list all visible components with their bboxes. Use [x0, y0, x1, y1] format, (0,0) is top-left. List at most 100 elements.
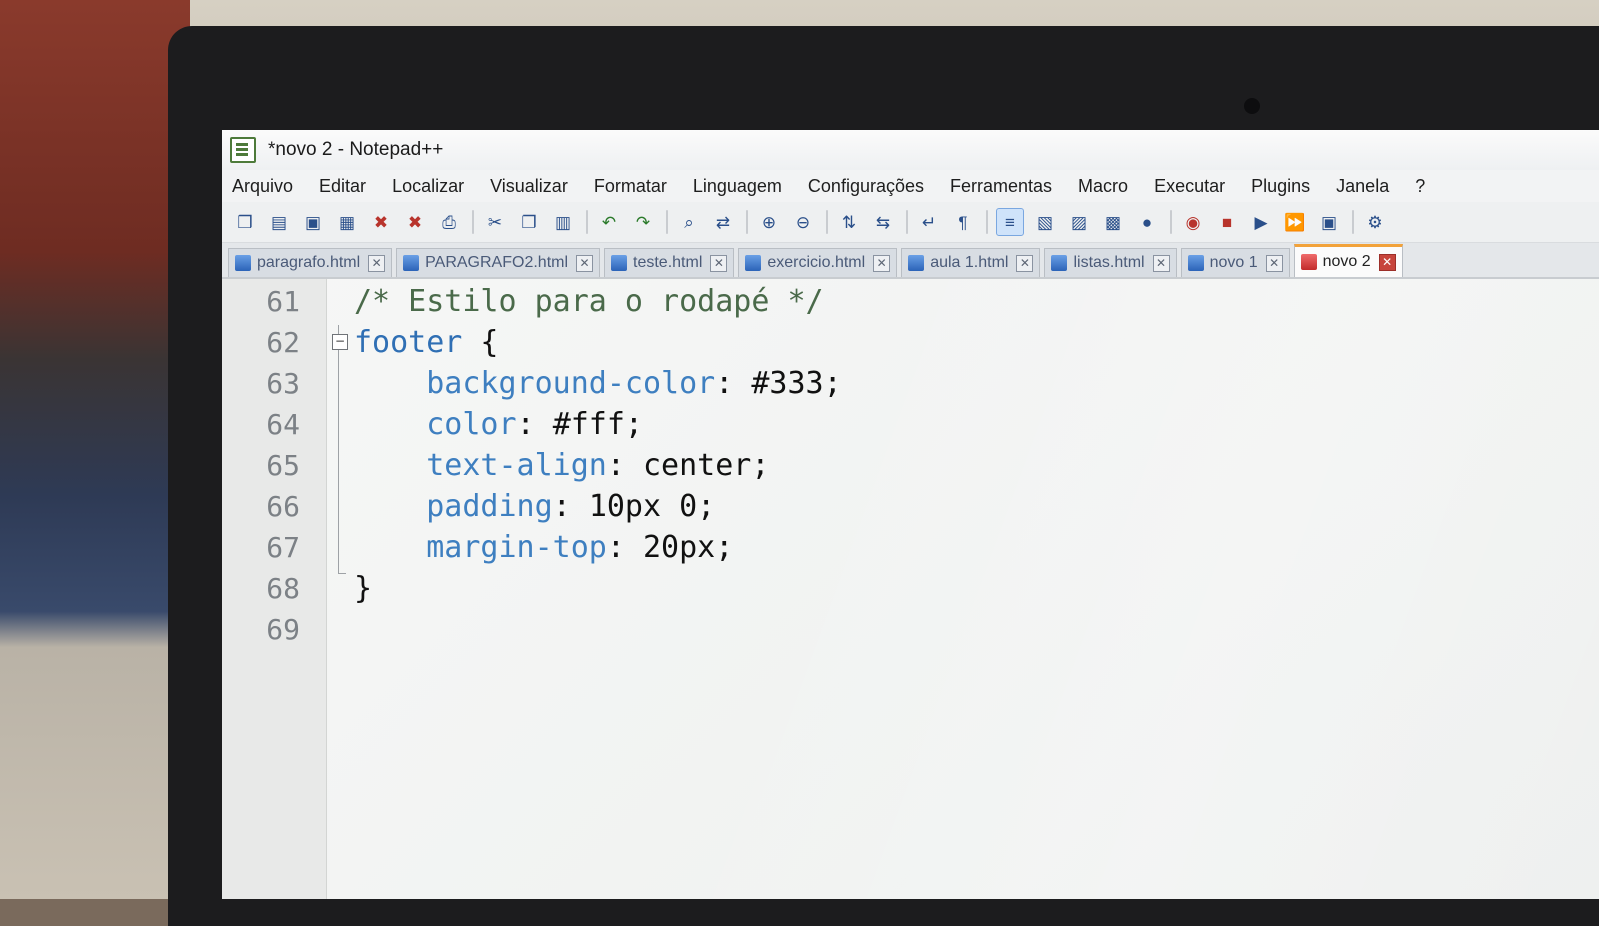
open-file-icon[interactable]: ▤: [266, 209, 292, 235]
code-token-sp: [354, 530, 426, 565]
tab-close-icon[interactable]: ✕: [710, 254, 728, 272]
code-text: background-color: #333;: [354, 365, 841, 401]
save-icon[interactable]: ▣: [300, 209, 326, 235]
tab-close-icon[interactable]: ✕: [1152, 254, 1170, 272]
line-number: 62: [266, 325, 300, 359]
tab-close-icon[interactable]: ✕: [1016, 254, 1034, 272]
save-all-icon[interactable]: ▦: [334, 209, 360, 235]
menu-item-8[interactable]: Macro: [1078, 176, 1128, 197]
print-icon[interactable]: ⎙: [436, 209, 462, 235]
replace-icon[interactable]: ⇄: [710, 209, 736, 235]
start-recording-icon[interactable]: ◉: [1180, 209, 1206, 235]
menu-item-0[interactable]: Arquivo: [232, 176, 293, 197]
menu-item-2[interactable]: Localizar: [392, 176, 464, 197]
tab-7[interactable]: novo 2 ✕: [1293, 244, 1403, 277]
code-token-sp: [354, 448, 426, 483]
redo-icon[interactable]: ↷: [630, 209, 656, 235]
window-title: *novo 2 - Notepad++: [268, 139, 444, 160]
tab-close-icon[interactable]: ✕: [576, 254, 594, 272]
tab-label: listas.html: [1073, 254, 1145, 271]
tab-6[interactable]: novo 1 ✕: [1180, 248, 1290, 277]
function-list-icon[interactable]: ▨: [1066, 209, 1092, 235]
code-editor[interactable]: 61/* Estilo para o rodapé */62− footer {6…: [222, 279, 1599, 899]
tab-label: exercicio.html: [767, 254, 866, 271]
new-file-icon[interactable]: ❒: [232, 209, 258, 235]
tab-5[interactable]: listas.html ✕: [1044, 248, 1177, 277]
menu-bar: Arquivo Editar Localizar Visualizar Formatar…: [222, 170, 1599, 202]
menu-item-7[interactable]: Ferramentas: [950, 176, 1052, 197]
menu-item-6[interactable]: Configurações: [808, 176, 924, 197]
playback-icon[interactable]: ▶: [1248, 209, 1274, 235]
code-token-pun: {: [462, 324, 499, 360]
monitoring-icon[interactable]: ●: [1134, 209, 1160, 235]
tab-1[interactable]: PARAGRAFO2.html ✕: [396, 248, 601, 277]
doc-map-icon[interactable]: ▧: [1032, 209, 1058, 235]
tab-close-icon[interactable]: ✕: [368, 254, 386, 272]
save-macro-icon[interactable]: ▣: [1316, 209, 1342, 235]
code-token-pun: :: [606, 529, 643, 565]
menu-item-5[interactable]: Linguagem: [693, 176, 782, 197]
paste-icon[interactable]: ▥: [550, 209, 576, 235]
close-icon[interactable]: ✖: [368, 209, 394, 235]
tab-2[interactable]: teste.html ✕: [604, 248, 735, 277]
tab-close-icon[interactable]: ✕: [873, 254, 891, 272]
tab-4[interactable]: aula 1.html ✕: [901, 248, 1041, 277]
code-token-pun: :: [715, 365, 752, 401]
code-token-cm: /* Estilo para o rodapé */: [354, 283, 824, 319]
document-tab-bar: paragrafo.html ✕ PARAGRAFO2.html ✕ teste.htm…: [222, 243, 1599, 279]
zoom-in-icon[interactable]: ⊕: [756, 209, 782, 235]
sync-vertical-icon[interactable]: ⇅: [836, 209, 862, 235]
menu-item-4[interactable]: Formatar: [594, 176, 667, 197]
undo-icon[interactable]: ↶: [596, 209, 622, 235]
menu-item-11[interactable]: Janela: [1336, 176, 1389, 197]
tab-close-icon[interactable]: ✕: [1265, 254, 1283, 272]
find-icon[interactable]: ⌕: [676, 209, 702, 235]
zoom-out-icon[interactable]: ⊖: [790, 209, 816, 235]
word-wrap-icon[interactable]: ↵: [916, 209, 942, 235]
close-all-icon[interactable]: ✖: [402, 209, 428, 235]
tab-0[interactable]: paragrafo.html ✕: [228, 248, 393, 277]
tab-label: paragrafo.html: [257, 254, 361, 271]
toolbar-separator: [1170, 210, 1172, 234]
folder-as-workspace-icon[interactable]: ▩: [1100, 209, 1126, 235]
document-icon: [745, 255, 762, 271]
stop-recording-icon[interactable]: ■: [1214, 209, 1240, 235]
toolbar-separator: [826, 210, 828, 234]
fold-guide-end: [338, 573, 346, 574]
line-number: 64: [266, 407, 300, 441]
code-token-kw: footer: [354, 324, 463, 360]
code-token-pun: :: [606, 447, 643, 483]
webcam: [1244, 98, 1260, 114]
code-token-val: center;: [643, 447, 770, 483]
code-token-prop: background-color: [426, 365, 716, 401]
toolbar-separator: [1352, 210, 1354, 234]
sync-horizontal-icon[interactable]: ⇆: [870, 209, 896, 235]
menu-item-3[interactable]: Visualizar: [490, 176, 568, 197]
fold-toggle-icon[interactable]: −: [332, 334, 348, 350]
cut-icon[interactable]: ✂: [482, 209, 508, 235]
menu-item-10[interactable]: Plugins: [1251, 176, 1310, 197]
indent-guide-icon[interactable]: ≡: [996, 208, 1024, 236]
menu-item-9[interactable]: Executar: [1154, 176, 1225, 197]
tab-3[interactable]: exercicio.html ✕: [738, 248, 898, 277]
document-icon: [908, 255, 925, 271]
plugin-icon[interactable]: ⚙: [1362, 209, 1388, 235]
menu-item-1[interactable]: Editar: [319, 176, 366, 197]
code-text: text-align: center;: [354, 448, 769, 483]
run-macro-multiple-icon[interactable]: ⏩: [1282, 209, 1308, 235]
show-all-characters-icon[interactable]: ¶: [950, 209, 976, 235]
code-text: /* Estilo para o rodapé */: [354, 284, 824, 319]
toolbar-separator: [586, 210, 588, 234]
code-text: margin-top: 20px;: [354, 530, 733, 565]
line-number: 69: [266, 612, 300, 646]
tab-label: teste.html: [633, 254, 703, 271]
menu-item-12[interactable]: ?: [1415, 176, 1425, 197]
toolbar-separator: [746, 210, 748, 234]
copy-icon[interactable]: ❐: [516, 209, 542, 235]
code-token-sp: [354, 407, 426, 442]
document-icon: [1300, 254, 1317, 270]
tab-close-icon[interactable]: ✕: [1378, 253, 1396, 271]
code-token-pun: :: [516, 406, 553, 442]
fold-guide: [338, 325, 339, 573]
toolbar-separator: [906, 210, 908, 234]
